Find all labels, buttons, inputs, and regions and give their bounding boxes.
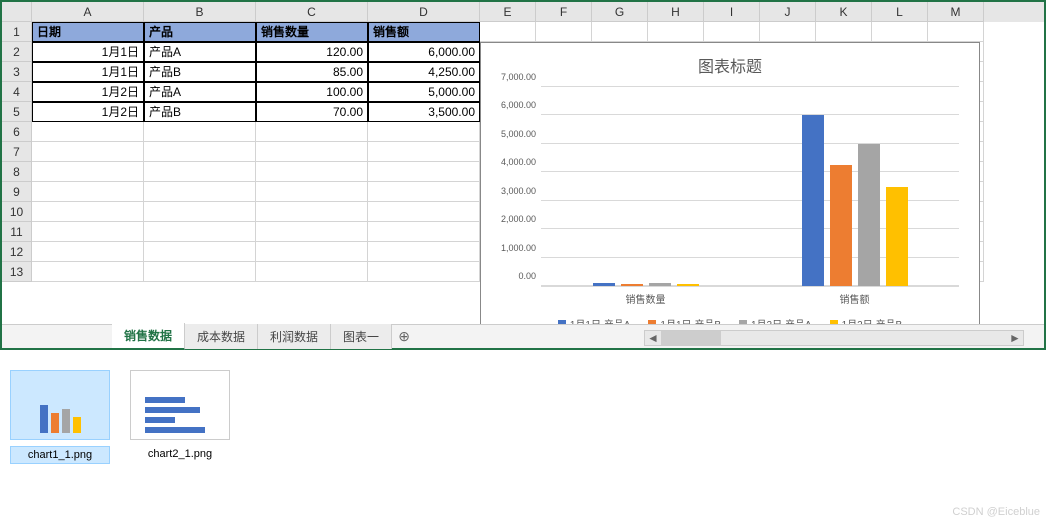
chart-bar — [830, 165, 852, 286]
chart-title: 图表标题 — [481, 43, 979, 87]
cell-D3[interactable]: 4,250.00 — [368, 62, 480, 82]
cell-A4[interactable]: 1月2日 — [32, 82, 144, 102]
y-tick: 5,000.00 — [501, 129, 536, 139]
y-tick: 7,000.00 — [501, 72, 536, 82]
chart-plot-area: 0.001,000.002,000.003,000.004,000.005,00… — [541, 87, 959, 287]
horizontal-scrollbar[interactable]: ◄ ► — [644, 330, 1024, 346]
col-header-K[interactable]: K — [816, 2, 872, 22]
row-header-11[interactable]: 11 — [2, 222, 32, 242]
row-header-1[interactable]: 1 — [2, 22, 32, 42]
cell-B1[interactable]: 产品 — [144, 22, 256, 42]
cell-B4[interactable]: 产品A — [144, 82, 256, 102]
col-header-E[interactable]: E — [480, 2, 536, 22]
row-header-12[interactable]: 12 — [2, 242, 32, 262]
column-header-row: A B C D E F G H I J K L M — [2, 2, 1044, 22]
col-header-G[interactable]: G — [592, 2, 648, 22]
y-tick: 2,000.00 — [501, 214, 536, 224]
y-tick: 6,000.00 — [501, 100, 536, 110]
cell-C4[interactable]: 100.00 — [256, 82, 368, 102]
chart-bar — [858, 144, 880, 286]
chart-bars — [541, 87, 959, 286]
row-header-5[interactable]: 5 — [2, 102, 32, 122]
row-header-6[interactable]: 6 — [2, 122, 32, 142]
cell-C1[interactable]: 销售数量 — [256, 22, 368, 42]
cell-A1[interactable]: 日期 — [32, 22, 144, 42]
col-header-F[interactable]: F — [536, 2, 592, 22]
chart-bar — [802, 115, 824, 286]
sheet-tab-0[interactable]: 销售数据 — [112, 323, 185, 350]
sheet-tab-3[interactable]: 图表一 — [331, 324, 392, 349]
cell-B5[interactable]: 产品B — [144, 102, 256, 122]
sheet-tab-1[interactable]: 成本数据 — [185, 324, 258, 349]
cell-D2[interactable]: 6,000.00 — [368, 42, 480, 62]
cell-D4[interactable]: 5,000.00 — [368, 82, 480, 102]
cell-A3[interactable]: 1月1日 — [32, 62, 144, 82]
watermark-text: CSDN @Eiceblue — [952, 506, 1040, 518]
y-tick: 4,000.00 — [501, 157, 536, 167]
cell-D1[interactable]: 销售额 — [368, 22, 480, 42]
chart-bar — [886, 187, 908, 287]
chart-bar — [621, 284, 643, 286]
scroll-right-icon[interactable]: ► — [1007, 331, 1023, 345]
row-header-8[interactable]: 8 — [2, 162, 32, 182]
col-header-H[interactable]: H — [648, 2, 704, 22]
chart-x-label-1: 销售额 — [750, 291, 959, 306]
row-header-7[interactable]: 7 — [2, 142, 32, 162]
cell-B2[interactable]: 产品A — [144, 42, 256, 62]
row-header-2[interactable]: 2 — [2, 42, 32, 62]
row-header-3[interactable]: 3 — [2, 62, 32, 82]
cell-grid[interactable]: 日期 产品 销售数量 销售额 1月1日 产品A 120.00 6,000.00 … — [32, 22, 1044, 312]
add-sheet-button[interactable]: ⊕ — [392, 328, 416, 345]
cell-C5[interactable]: 70.00 — [256, 102, 368, 122]
cell-C3[interactable]: 85.00 — [256, 62, 368, 82]
sheet-tab-bar: 销售数据 成本数据 利润数据 图表一 ⊕ ◄ ► — [2, 324, 1044, 348]
col-header-L[interactable]: L — [872, 2, 928, 22]
file-thumbnail-1 — [130, 370, 230, 440]
file-name-1: chart2_1.png — [130, 446, 230, 462]
file-item-0[interactable]: chart1_1.png — [10, 370, 110, 464]
row-header-column: 1 2 3 4 5 6 7 8 9 10 11 12 13 — [2, 22, 32, 312]
col-header-I[interactable]: I — [704, 2, 760, 22]
chart-bar — [677, 284, 699, 286]
cell-B3[interactable]: 产品B — [144, 62, 256, 82]
row-header-13[interactable]: 13 — [2, 262, 32, 282]
y-tick: 3,000.00 — [501, 186, 536, 196]
scroll-left-icon[interactable]: ◄ — [645, 331, 661, 345]
y-tick: 0.00 — [518, 271, 536, 281]
y-tick: 1,000.00 — [501, 243, 536, 253]
chart-bar — [649, 283, 671, 286]
select-all-corner[interactable] — [2, 2, 32, 22]
chart-x-label-0: 销售数量 — [541, 291, 750, 306]
col-header-J[interactable]: J — [760, 2, 816, 22]
row-header-10[interactable]: 10 — [2, 202, 32, 222]
cell-A5[interactable]: 1月2日 — [32, 102, 144, 122]
row-header-4[interactable]: 4 — [2, 82, 32, 102]
cell-A2[interactable]: 1月1日 — [32, 42, 144, 62]
scroll-thumb[interactable] — [661, 331, 721, 345]
spreadsheet-window: A B C D E F G H I J K L M 1 2 3 4 5 6 7 … — [0, 0, 1046, 350]
embedded-chart[interactable]: 图表标题 0.00 1,000.00 2,000.00 3,000.00 4,000.0… — [480, 42, 980, 330]
row-header-9[interactable]: 9 — [2, 182, 32, 202]
file-thumbnail-0 — [10, 370, 110, 440]
col-header-B[interactable]: B — [144, 2, 256, 22]
col-header-A[interactable]: A — [32, 2, 144, 22]
chart-bar — [593, 283, 615, 286]
col-header-M[interactable]: M — [928, 2, 984, 22]
cell-D5[interactable]: 3,500.00 — [368, 102, 480, 122]
file-item-1[interactable]: chart2_1.png — [130, 370, 230, 464]
col-header-D[interactable]: D — [368, 2, 480, 22]
file-name-0: chart1_1.png — [10, 446, 110, 464]
file-explorer-area: chart1_1.png chart2_1.png — [0, 350, 1050, 464]
chart-y-axis: 0.00 1,000.00 2,000.00 3,000.00 4,000.00 5,00… — [486, 87, 536, 286]
sheet-tab-2[interactable]: 利润数据 — [258, 324, 331, 349]
cell-C2[interactable]: 120.00 — [256, 42, 368, 62]
col-header-C[interactable]: C — [256, 2, 368, 22]
